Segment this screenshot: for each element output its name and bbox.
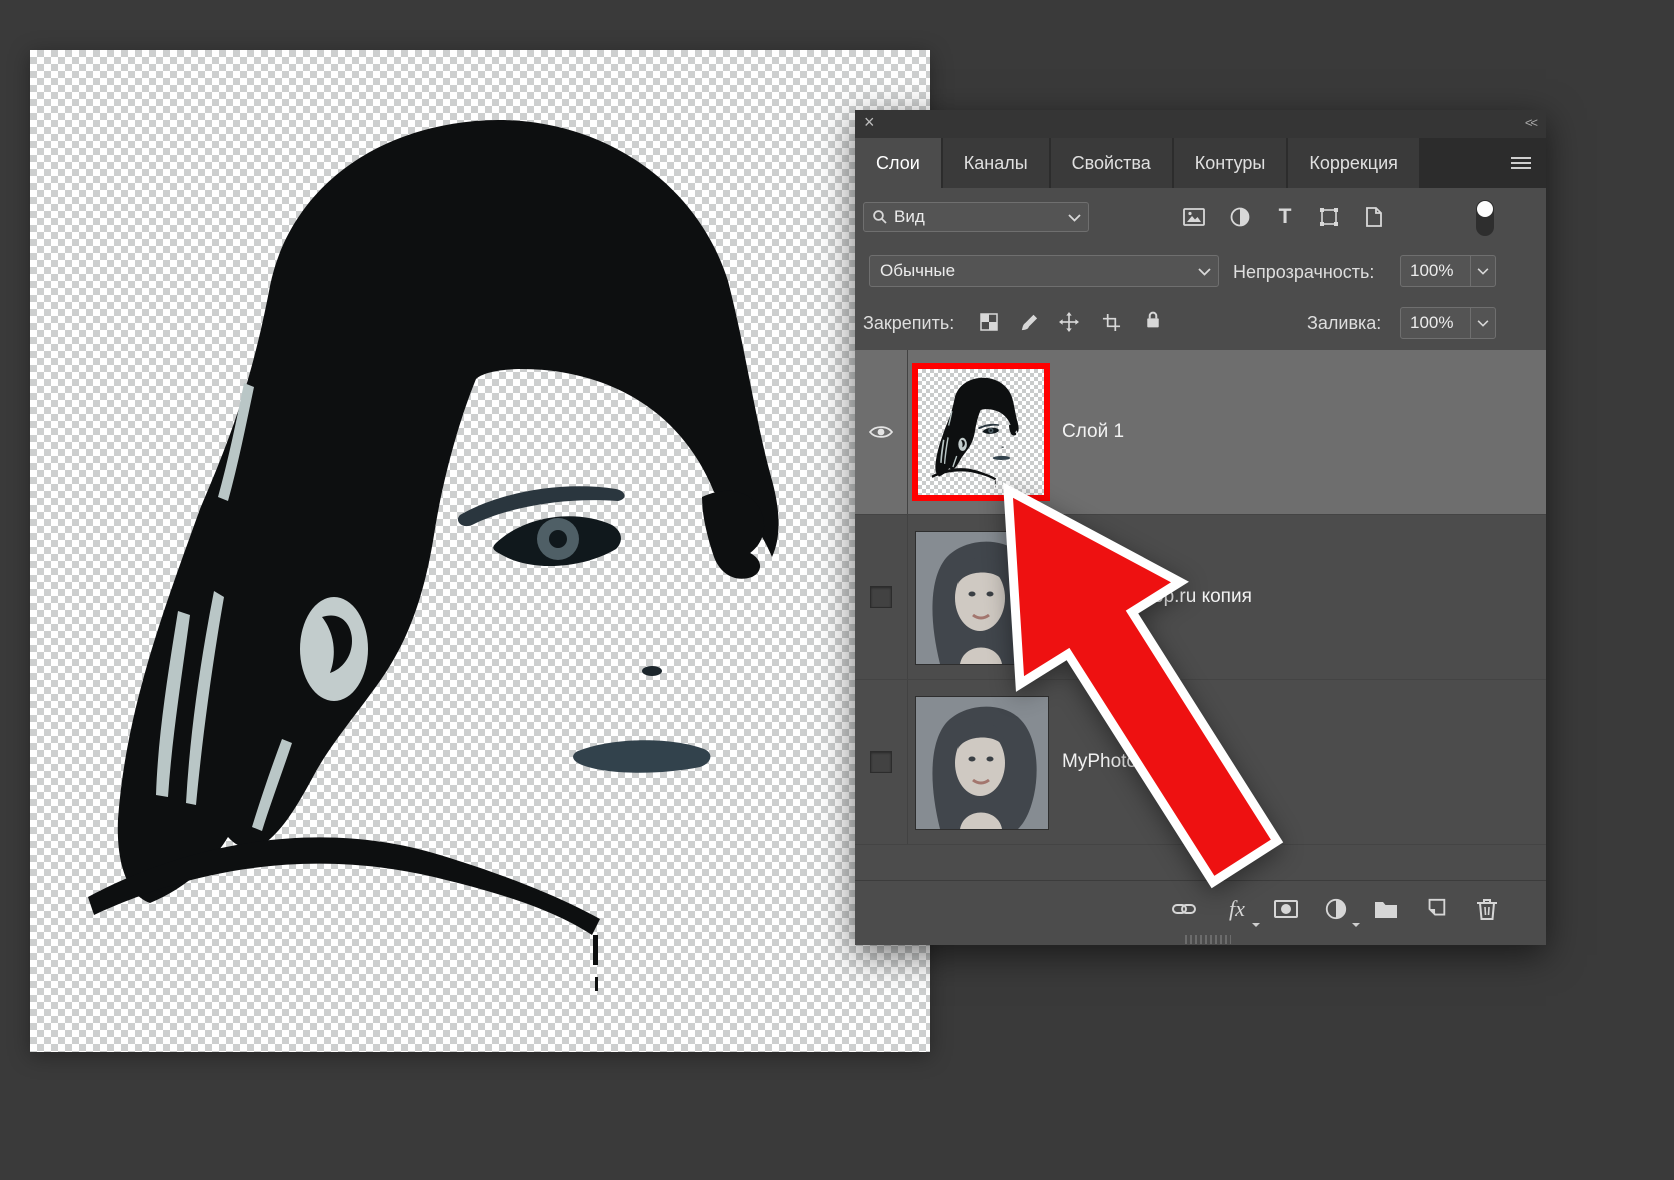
add-layer-mask-icon[interactable] (1272, 895, 1300, 923)
new-layer-icon[interactable] (1422, 895, 1450, 923)
lock-artboard-icon[interactable] (1099, 310, 1123, 334)
layer-style-fx-icon[interactable]: fx (1223, 895, 1251, 923)
visibility-cell[interactable] (855, 515, 908, 679)
layer-thumbnail-photo[interactable] (915, 696, 1049, 830)
layer-row-sloy-1[interactable]: Слой 1 (855, 350, 1546, 515)
tab-layers[interactable]: Слои (855, 138, 941, 188)
tab-paths[interactable]: Контуры (1174, 138, 1287, 188)
search-icon (864, 209, 894, 225)
blend-mode-select[interactable]: Обычные (869, 255, 1219, 287)
delete-layer-trash-icon[interactable] (1473, 895, 1501, 923)
new-group-folder-icon[interactable] (1372, 895, 1400, 923)
collapse-panel-icon[interactable]: << (1525, 115, 1536, 130)
visibility-off-checkbox[interactable] (870, 751, 892, 773)
resize-grip[interactable] (1185, 935, 1231, 944)
tab-channels[interactable]: Каналы (943, 138, 1049, 188)
fill-combo[interactable]: 100% (1400, 307, 1496, 339)
eye-icon[interactable] (869, 424, 893, 440)
filtering-toggle[interactable] (1476, 200, 1494, 236)
layer-name[interactable]: MyPhotoS (1062, 751, 1150, 773)
chevron-down-icon[interactable] (1470, 308, 1495, 338)
visibility-off-checkbox[interactable] (870, 586, 892, 608)
layer-row-myphotos[interactable]: MyPhotoS (855, 680, 1546, 845)
layer-list: Слой 1 op.ru копия MyPhotoS (855, 350, 1546, 845)
tabs-spacer (1421, 138, 1496, 188)
filter-pixel-layers-icon[interactable] (1182, 205, 1206, 229)
opacity-value[interactable]: 100% (1401, 256, 1470, 286)
fill-value[interactable]: 100% (1401, 308, 1470, 338)
panel-header: × << (855, 110, 1546, 138)
layer-thumbnail-stencil[interactable] (912, 363, 1050, 501)
fx-menu-caret-icon[interactable] (1252, 923, 1260, 931)
toggle-knob (1477, 201, 1493, 217)
visibility-cell[interactable] (855, 680, 908, 844)
filter-type-layers-icon[interactable]: T (1273, 205, 1297, 229)
footer-toolbar: fx (855, 880, 1546, 945)
lock-all-icon[interactable] (1141, 308, 1165, 332)
panel-footer: fx (855, 845, 1546, 945)
hamburger-icon (1511, 154, 1531, 172)
adjustment-menu-caret-icon[interactable] (1352, 923, 1360, 931)
tab-adjustments[interactable]: Коррекция (1288, 138, 1419, 188)
chevron-down-icon[interactable] (1470, 256, 1495, 286)
layer-row-kopiya[interactable]: op.ru копия (855, 515, 1546, 680)
layer-filter-kind-select[interactable]: Вид (863, 202, 1089, 232)
lock-label: Закрепить: (863, 313, 954, 334)
document-canvas[interactable] (30, 50, 930, 1052)
layer-name[interactable]: Слой 1 (1062, 421, 1124, 443)
filter-shape-layers-icon[interactable] (1317, 205, 1341, 229)
panel-tabs: Слои Каналы Свойства Контуры Коррекция (855, 138, 1546, 188)
opacity-combo[interactable]: 100% (1400, 255, 1496, 287)
blend-mode-value: Обычные (880, 261, 955, 281)
lock-position-icon[interactable] (1057, 310, 1081, 334)
chevron-down-icon (1198, 267, 1218, 276)
lock-image-pixels-icon[interactable] (1017, 310, 1041, 334)
fill-label: Заливка: (1307, 313, 1381, 334)
lock-transparent-pixels-icon[interactable] (977, 310, 1001, 334)
filter-smart-objects-icon[interactable] (1362, 205, 1386, 229)
link-layers-icon[interactable] (1170, 895, 1198, 923)
layers-panel: × << Слои Каналы Свойства Контуры Коррек… (855, 110, 1546, 945)
close-icon[interactable]: × (864, 112, 875, 133)
filter-adjustment-layers-icon[interactable] (1228, 205, 1252, 229)
panel-menu-button[interactable] (1496, 138, 1546, 188)
layer-name[interactable]: op.ru копия (1153, 586, 1252, 608)
layer-thumbnail-photo[interactable] (915, 531, 1049, 665)
stencil-portrait-artwork (30, 50, 930, 1052)
filter-kind-value: Вид (894, 207, 925, 227)
new-adjustment-layer-icon[interactable] (1322, 895, 1350, 923)
visibility-cell[interactable] (855, 350, 908, 514)
opacity-label: Непрозрачность: (1233, 262, 1374, 283)
tab-properties[interactable]: Свойства (1051, 138, 1172, 188)
chevron-down-icon (1068, 213, 1088, 222)
